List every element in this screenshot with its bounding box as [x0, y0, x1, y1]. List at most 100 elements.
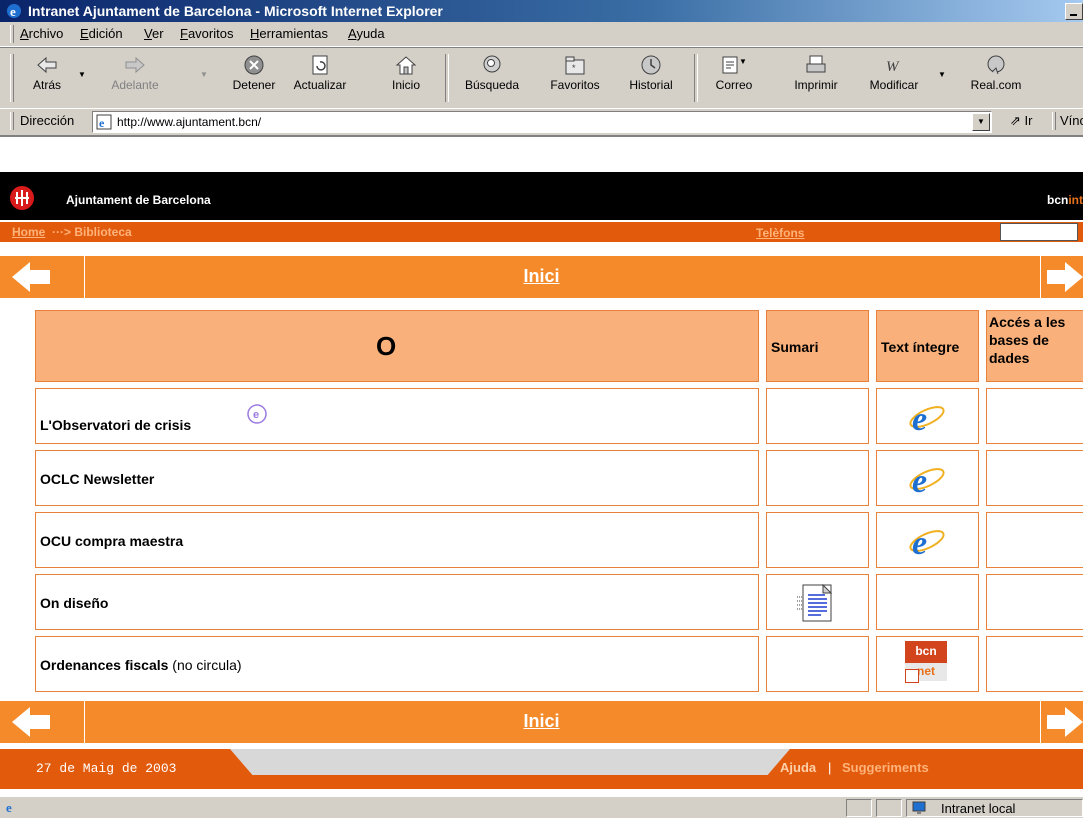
menu-edicion[interactable]: Edición [80, 26, 123, 41]
status-bar: e Intranet local [0, 795, 1083, 818]
address-grip [10, 112, 14, 130]
menu-favoritos[interactable]: Favoritos [180, 26, 233, 41]
breadcrumb-current: ···> Biblioteca [52, 225, 132, 239]
ie-icon[interactable]: e [907, 399, 947, 435]
text-cell: e [876, 512, 979, 568]
go-button[interactable]: ⇗ Ir [1010, 113, 1032, 129]
col-text-label: Text íntegre [881, 339, 960, 355]
ie-icon[interactable]: e [907, 461, 947, 497]
window-title: Intranet Ajuntament de Barcelona - Micro… [28, 3, 443, 19]
realcom-label: Real.com [970, 78, 1022, 92]
favorites-button[interactable]: * Favoritos [540, 52, 610, 104]
history-button[interactable]: Historial [618, 52, 684, 104]
stop-button[interactable]: Detener [222, 52, 286, 104]
menu-ayuda[interactable]: Ayuda [348, 26, 385, 41]
table-row: OCU compra maestra [35, 512, 759, 568]
menu-bar: Archivo Edición Ver Favoritos Herramient… [0, 22, 1083, 47]
edit-label: Modificar [869, 78, 919, 92]
menu-archivo[interactable]: Archivo [20, 26, 63, 41]
home-button[interactable]: Inicio [384, 52, 428, 104]
go-arrow-icon: ⇗ [1010, 113, 1021, 128]
toolbar: Atrás ▼ Adelante ▼ Detener Actualizar In… [0, 47, 1083, 109]
realcom-button[interactable]: Real.com [956, 52, 1036, 104]
col-text-header: Text íntegre [876, 310, 979, 382]
address-url: http://www.ajuntament.bcn/ [117, 115, 262, 129]
page-status-icon: e [6, 800, 12, 815]
acces-cell [986, 512, 1083, 568]
search-input[interactable] [1000, 223, 1078, 241]
svg-text:▼: ▼ [739, 57, 747, 66]
footer-separator: | [828, 760, 832, 775]
minimize-button[interactable] [1065, 3, 1083, 20]
nav-strip-bottom: Inici [0, 701, 1083, 743]
svg-text:e: e [253, 409, 259, 421]
favorites-label: Favoritos [550, 78, 600, 92]
menu-herramientas[interactable]: Herramientas [250, 26, 328, 41]
sumari-cell [766, 636, 869, 692]
right-arrow-icon [1047, 707, 1083, 737]
document-icon[interactable] [793, 583, 839, 623]
back-arrow-icon [37, 56, 57, 74]
zone-pane: Intranet local [906, 799, 1083, 817]
footer-tab [230, 749, 790, 775]
text-cell: e [876, 450, 979, 506]
print-button[interactable]: Imprimir [784, 52, 848, 104]
address-label: Dirección [20, 113, 75, 128]
toolbar-grip [10, 54, 14, 102]
mail-label: Correo [715, 78, 753, 92]
edit-dropdown-icon[interactable]: ▼ [938, 70, 946, 79]
breadcrumb-home-link[interactable]: Home [12, 225, 45, 239]
row-name[interactable]: On diseño [40, 595, 108, 611]
svg-text:e: e [912, 525, 927, 559]
inici-link-top[interactable]: Inici [0, 266, 1083, 287]
back-dropdown-icon[interactable]: ▼ [78, 70, 86, 79]
row-name[interactable]: OCLC Newsletter [40, 471, 154, 487]
mail-icon: ▼ [722, 56, 747, 74]
brand-bcn: bcn [1046, 193, 1069, 207]
address-input[interactable]: e http://www.ajuntament.bcn/ ▼ [92, 111, 992, 133]
acces-cell [986, 636, 1083, 692]
row-name[interactable]: OCU compra maestra [40, 533, 183, 549]
search-button[interactable]: Búsqueda [452, 52, 532, 104]
intranet-zone-icon [912, 801, 926, 814]
row-name[interactable]: L'Observatori de crisis [40, 417, 191, 433]
brand-int: int [1068, 193, 1083, 207]
links-separator [1052, 112, 1056, 130]
forward-button[interactable]: Adelante [96, 52, 174, 104]
bcnnet-icon[interactable]: bcn net [905, 641, 947, 685]
sumari-cell [766, 574, 869, 630]
forward-dropdown-icon[interactable]: ▼ [200, 70, 208, 79]
letter-header-cell: O [35, 310, 759, 382]
back-button[interactable]: Atrás [20, 52, 74, 104]
status-pane [846, 799, 872, 817]
ie-logo-icon: e [7, 4, 21, 19]
row-name-text: Ordenances fiscals [40, 657, 169, 673]
ie-icon[interactable]: e [907, 523, 947, 559]
telefons-link[interactable]: Telèfons [756, 226, 804, 240]
address-dropdown-icon[interactable]: ▼ [972, 113, 990, 131]
mail-button[interactable]: ▼ Correo [702, 52, 766, 104]
bcnnet-top: bcn [905, 641, 947, 663]
row-name[interactable]: Ordenances fiscals (no circula) [40, 657, 242, 673]
inici-link-bottom[interactable]: Inici [0, 711, 1083, 732]
svg-text:W: W [886, 59, 900, 75]
back-label: Atrás [32, 78, 61, 92]
refresh-button[interactable]: Actualizar [286, 52, 354, 104]
home-label: Inicio [391, 78, 420, 92]
menu-ver[interactable]: Ver [144, 26, 164, 41]
ajuda-link[interactable]: Ajuda [780, 760, 816, 775]
acces-cell [986, 388, 1083, 444]
word-edit-icon: W [886, 59, 900, 75]
next-arrow-button[interactable] [1040, 701, 1083, 743]
links-label[interactable]: Vínc [1060, 113, 1083, 128]
toolbar-separator [694, 54, 698, 102]
suggeriments-link[interactable]: Suggeriments [842, 760, 929, 775]
table-row: Ordenances fiscals (no circula) [35, 636, 759, 692]
sumari-cell [766, 388, 869, 444]
refresh-label: Actualizar [293, 78, 347, 92]
edit-button[interactable]: W Modificar [858, 52, 930, 104]
next-arrow-button[interactable] [1040, 256, 1083, 298]
text-cell: bcn net [876, 636, 979, 692]
sumari-cell [766, 512, 869, 568]
home-icon [395, 56, 417, 75]
